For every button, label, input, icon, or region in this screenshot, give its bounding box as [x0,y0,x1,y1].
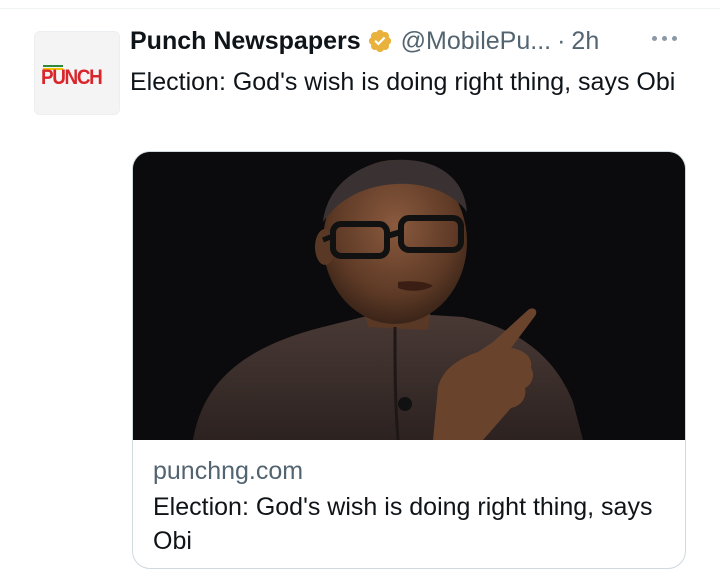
card-title: Election: God's wish is doing right thin… [153,493,653,555]
card-image[interactable] [133,152,685,440]
separator-dot: · [557,26,566,55]
display-name[interactable]: Punch Newspapers [130,27,361,56]
card-meta: punchng.com Election: God's wish is doin… [153,454,673,558]
more-options-icon[interactable] [652,36,677,41]
avatar[interactable]: PUNCH [34,31,120,115]
tweet[interactable]: PUNCH Punch Newspapers @MobilePu... · 2h… [0,0,720,577]
card-domain: punchng.com [153,457,304,485]
handle[interactable]: @MobilePu... [401,27,551,56]
link-card[interactable]: punchng.com Election: God's wish is doin… [132,151,686,569]
portrait-image [133,152,685,440]
tweet-header: Punch Newspapers @MobilePu... · 2h [130,24,690,58]
tweet-text: Election: God's wish is doing right thin… [130,68,676,96]
verified-badge-icon [367,28,393,54]
divider [0,8,720,9]
timestamp[interactable]: 2h [571,27,599,56]
punch-logo: PUNCH [41,66,103,89]
